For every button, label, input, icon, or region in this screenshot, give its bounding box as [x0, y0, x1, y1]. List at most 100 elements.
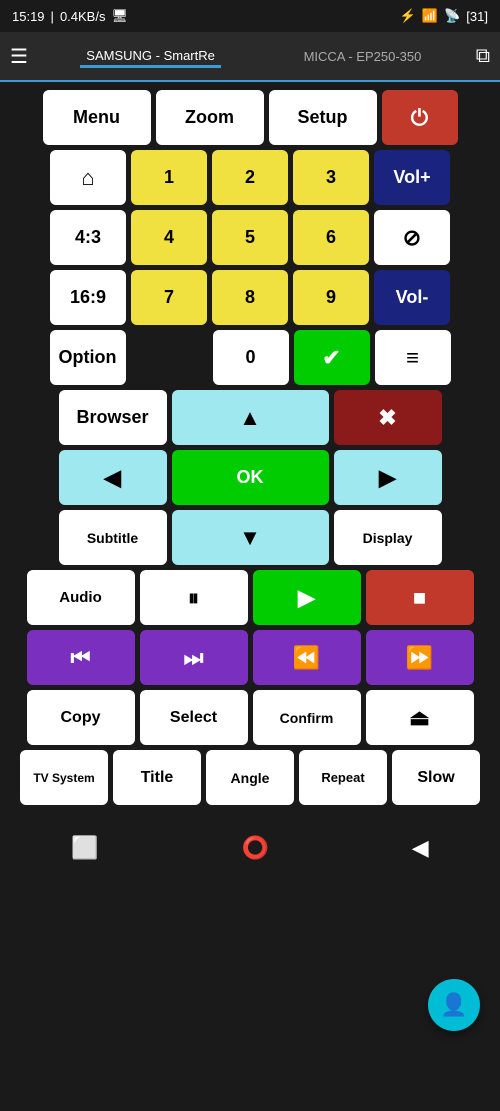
power-button[interactable]: ⏻ — [382, 90, 458, 145]
num-7-button[interactable]: 7 — [131, 270, 207, 325]
pause-button[interactable]: ⏸ — [140, 570, 248, 625]
bottom-bar: ⬜ ⭕ ◀ — [0, 818, 500, 878]
ok-button[interactable]: OK — [172, 450, 329, 505]
menu-lines-button[interactable]: ≡ — [375, 330, 451, 385]
close-button[interactable]: ✖ — [334, 390, 442, 445]
num-4-button[interactable]: 4 — [131, 210, 207, 265]
arrow-up-button[interactable]: ▲ — [172, 390, 329, 445]
nav-bar: ☰ SAMSUNG - SmartRe MICCA - EP250-350 ⧉ — [0, 32, 500, 82]
rewind-icon: ⏪ — [293, 645, 320, 671]
num-9-button[interactable]: 9 — [293, 270, 369, 325]
status-bar: 15:19 | 0.4KB/s 🖥 ⚡ 📶 📡 [31] — [0, 0, 500, 32]
copy-button[interactable]: Copy — [27, 690, 135, 745]
bluetooth-icon: ⚡ — [400, 8, 416, 24]
play-button[interactable]: ▶ — [253, 570, 361, 625]
row-5: Option 0 ✔ ≡ — [6, 330, 494, 385]
ratio-169-button[interactable]: 16:9 — [50, 270, 126, 325]
row-7: ◀ OK ▶ — [6, 450, 494, 505]
slow-button[interactable]: Slow — [392, 750, 480, 805]
display-button[interactable]: Display — [334, 510, 442, 565]
close-circle-icon: ✖ — [378, 405, 396, 431]
num-5-button[interactable]: 5 — [212, 210, 288, 265]
row-10: ⏮ ⏭ ⏪ ⏩ — [6, 630, 494, 685]
arrow-right-icon: ▶ — [379, 465, 396, 491]
eject-icon: ⏏ — [409, 705, 430, 731]
stop-button[interactable]: ■ — [366, 570, 474, 625]
check-button[interactable]: ✔ — [294, 330, 370, 385]
ban-icon: ⊘ — [403, 225, 421, 251]
arrow-right-button[interactable]: ▶ — [334, 450, 442, 505]
num-2-button[interactable]: 2 — [212, 150, 288, 205]
eject-button[interactable]: ⏏ — [366, 690, 474, 745]
browser-button[interactable]: Browser — [59, 390, 167, 445]
remote-body: Menu Zoom Setup ⏻ ⌂ 1 2 3 Vol+ 4:3 4 5 6… — [0, 82, 500, 818]
num-1-button[interactable]: 1 — [131, 150, 207, 205]
arrow-up-icon: ▲ — [239, 405, 261, 431]
confirm-button[interactable]: Confirm — [253, 690, 361, 745]
angle-button[interactable]: Angle — [206, 750, 294, 805]
data-speed-value: 0.4KB/s — [60, 9, 106, 24]
data-speed: | — [51, 9, 54, 24]
fab-button[interactable]: 👤 — [428, 979, 480, 1031]
fast-forward-button[interactable]: ⏩ — [366, 630, 474, 685]
wifi-icon: 📡 — [444, 8, 460, 24]
subtitle-button[interactable]: Subtitle — [59, 510, 167, 565]
nav-tabs: SAMSUNG - SmartRe MICCA - EP250-350 — [42, 44, 466, 68]
row-9: Audio ⏸ ▶ ■ — [6, 570, 494, 625]
row-12: TV System Title Angle Repeat Slow — [6, 750, 494, 805]
ban-button[interactable]: ⊘ — [374, 210, 450, 265]
copy-nav-icon[interactable]: ⧉ — [476, 45, 490, 68]
home-button[interactable]: ⌂ — [50, 150, 126, 205]
row-3: 4:3 4 5 6 ⊘ — [6, 210, 494, 265]
menu-button[interactable]: Menu — [43, 90, 151, 145]
arrow-left-button[interactable]: ◀ — [59, 450, 167, 505]
ratio-43-button[interactable]: 4:3 — [50, 210, 126, 265]
title-button[interactable]: Title — [113, 750, 201, 805]
skip-back-button[interactable]: ⏮ — [27, 630, 135, 685]
check-icon: ✔ — [322, 345, 340, 371]
row-8: Subtitle ▼ Display — [6, 510, 494, 565]
power-icon: ⏻ — [411, 105, 428, 131]
bottom-back-icon[interactable]: ◀ — [412, 835, 429, 861]
skip-forward-button[interactable]: ⏭ — [140, 630, 248, 685]
num-0-button[interactable]: 0 — [213, 330, 289, 385]
vol-minus-button[interactable]: Vol- — [374, 270, 450, 325]
tab-micca[interactable]: MICCA - EP250-350 — [298, 45, 428, 68]
row-2: ⌂ 1 2 3 Vol+ — [6, 150, 494, 205]
time: 15:19 — [12, 9, 45, 24]
setup-button[interactable]: Setup — [269, 90, 377, 145]
hamburger-icon[interactable]: ☰ — [10, 44, 28, 69]
fast-forward-icon: ⏩ — [406, 645, 433, 671]
skip-forward-icon: ⏭ — [184, 645, 204, 671]
stop-icon: ■ — [413, 585, 426, 611]
select-button[interactable]: Select — [140, 690, 248, 745]
signal-icon: 📶 — [422, 8, 438, 24]
tv-system-button[interactable]: TV System — [20, 750, 108, 805]
arrow-left-icon: ◀ — [104, 465, 121, 491]
row-1: Menu Zoom Setup ⏻ — [6, 90, 494, 145]
repeat-button[interactable]: Repeat — [299, 750, 387, 805]
arrow-down-button[interactable]: ▼ — [172, 510, 329, 565]
rewind-button[interactable]: ⏪ — [253, 630, 361, 685]
bottom-square-icon[interactable]: ⬜ — [71, 835, 98, 861]
screen-icon: 🖥 — [111, 8, 128, 24]
person-icon: 👤 — [440, 992, 467, 1018]
battery: [31] — [466, 9, 488, 24]
home-icon: ⌂ — [81, 165, 94, 191]
vol-plus-button[interactable]: Vol+ — [374, 150, 450, 205]
option-button[interactable]: Option — [50, 330, 126, 385]
row-6: Browser ▲ ✖ — [6, 390, 494, 445]
pause-icon: ⏸ — [188, 585, 199, 611]
num-8-button[interactable]: 8 — [212, 270, 288, 325]
audio-button[interactable]: Audio — [27, 570, 135, 625]
menu-lines-icon: ≡ — [406, 345, 419, 371]
zoom-button[interactable]: Zoom — [156, 90, 264, 145]
tab-samsung[interactable]: SAMSUNG - SmartRe — [80, 44, 221, 68]
bottom-circle-icon[interactable]: ⭕ — [242, 835, 269, 861]
play-icon: ▶ — [298, 585, 315, 611]
skip-back-icon: ⏮ — [71, 645, 91, 671]
row-11: Copy Select Confirm ⏏ — [6, 690, 494, 745]
num-6-button[interactable]: 6 — [293, 210, 369, 265]
row-4: 16:9 7 8 9 Vol- — [6, 270, 494, 325]
num-3-button[interactable]: 3 — [293, 150, 369, 205]
